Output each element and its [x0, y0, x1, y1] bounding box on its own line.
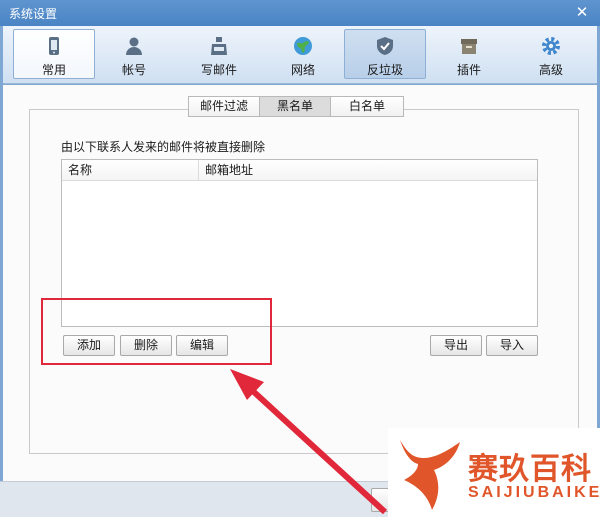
globe-icon [294, 37, 312, 55]
export-button[interactable]: 导出 [430, 335, 482, 356]
settings-window: 系统设置 ✕ 常用 帐号 写邮件 网络 反垃圾 插件 高级 邮件过滤 黑名单 白… [0, 0, 600, 517]
toolbar-item-plugins[interactable]: 插件 [428, 29, 510, 79]
window-title: 系统设置 [9, 7, 58, 21]
user-icon [126, 37, 142, 55]
mobile-icon [49, 37, 59, 55]
toolbar-item-label: 写邮件 [200, 63, 237, 77]
delete-button[interactable]: 删除 [120, 335, 172, 356]
toolbar-item-label: 网络 [290, 63, 315, 77]
toolbar-item-compose[interactable]: 写邮件 [178, 29, 260, 79]
toolbar-item-antispam[interactable]: 反垃圾 [344, 29, 426, 79]
table-body[interactable] [62, 182, 537, 326]
tab-mail-filter[interactable]: 邮件过滤 [188, 96, 260, 117]
settings-toolbar: 常用 帐号 写邮件 网络 反垃圾 插件 高级 [3, 26, 597, 84]
toolbar-item-network[interactable]: 网络 [262, 29, 344, 79]
toolbar-item-label: 插件 [456, 63, 481, 77]
watermark: 赛玖百科 SAIJIUBAIKE [388, 428, 600, 517]
toolbar-item-label: 反垃圾 [366, 63, 403, 77]
tab-blacklist[interactable]: 黑名单 [259, 96, 331, 117]
table-header: 名称 邮箱地址 [62, 160, 537, 181]
close-icon[interactable]: ✕ [574, 4, 590, 20]
toolbar-item-label: 帐号 [121, 63, 146, 77]
watermark-logo [400, 440, 460, 510]
shield-icon [377, 37, 393, 55]
title-bar: 系统设置 ✕ [0, 0, 600, 26]
blacklist-table[interactable]: 名称 邮箱地址 [61, 159, 538, 327]
toolbar-item-common[interactable]: 常用 [13, 29, 95, 79]
column-header-email[interactable]: 邮箱地址 [199, 160, 537, 181]
watermark-title: 赛玖百科 [468, 452, 592, 487]
add-button[interactable]: 添加 [63, 335, 115, 356]
edit-button[interactable]: 编辑 [176, 335, 228, 356]
import-button[interactable]: 导入 [486, 335, 538, 356]
inkwell-icon [211, 37, 227, 55]
toolbar-item-label: 常用 [41, 63, 66, 77]
toolbar-item-label: 高级 [538, 63, 563, 77]
watermark-subtitle: SAIJIUBAIKE [468, 484, 600, 501]
toolbar-item-account[interactable]: 帐号 [93, 29, 175, 79]
gear-icon [542, 37, 560, 55]
tab-whitelist[interactable]: 白名单 [330, 96, 404, 117]
column-header-name[interactable]: 名称 [62, 160, 199, 181]
box-icon [461, 39, 477, 54]
toolbar-item-advanced[interactable]: 高级 [510, 29, 592, 79]
blacklist-description: 由以下联系人发来的邮件将被直接删除 [61, 140, 266, 154]
